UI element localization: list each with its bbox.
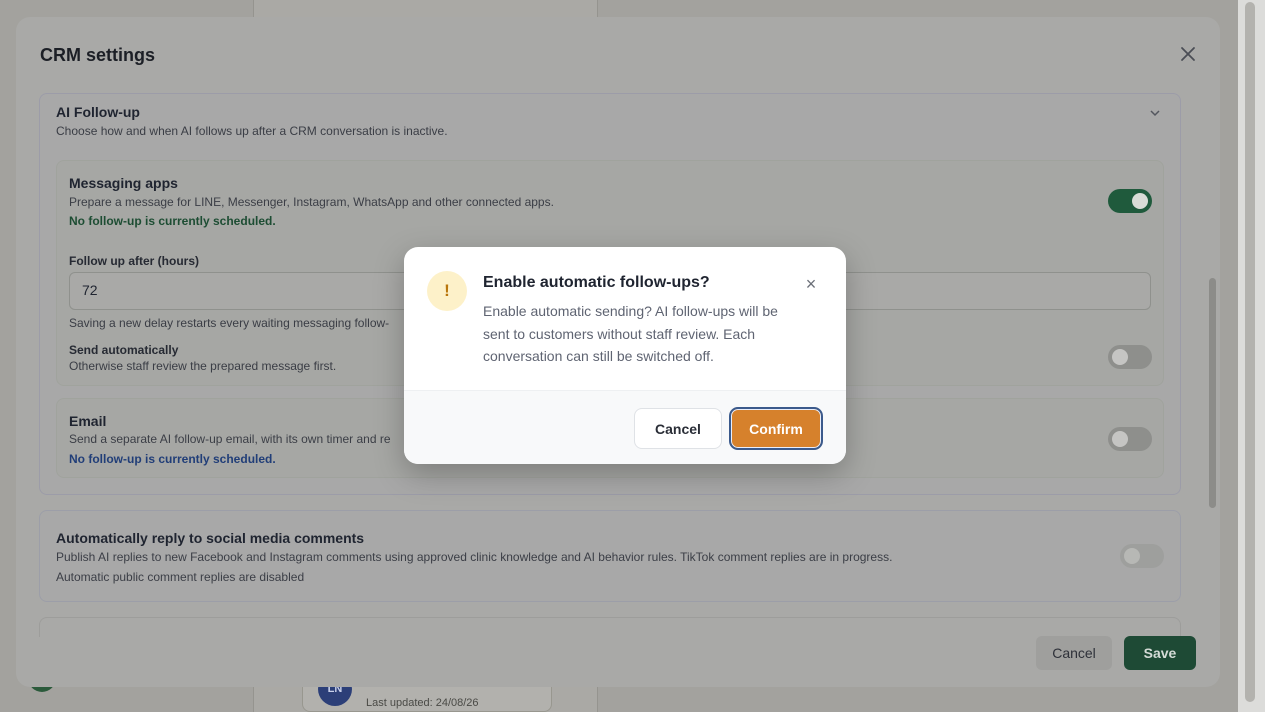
modal-scrollbar-thumb[interactable] [1209,278,1216,508]
toggle-knob [1112,431,1128,447]
close-icon[interactable]: × [802,275,820,293]
last-updated-text: Last updated: 24/08/26 [366,697,479,709]
confirm-dialog: ! Enable automatic follow-ups? × Enable … [404,247,846,464]
follow-up-delay-label: Follow up after (hours) [69,254,199,268]
follow-up-delay-hint: Saving a new delay restarts every waitin… [69,316,390,330]
toggle-knob [1124,548,1140,564]
cancel-button[interactable]: Cancel [1036,636,1112,670]
dialog-body: Enable automatic sending? AI follow-ups … [483,303,778,364]
chevron-down-icon[interactable] [1148,106,1162,120]
social-comments-status: Automatic public comment replies are dis… [56,570,305,584]
social-comments-toggle[interactable] [1120,544,1164,568]
email-title: Email [69,413,107,429]
chevron-down-glyph [1150,110,1160,117]
social-comments-title: Automatically reply to social media comm… [56,530,365,546]
messaging-apps-description: Prepare a message for LINE, Messenger, I… [69,195,554,209]
social-comments-section: Automatically reply to social media comm… [39,510,1181,602]
messaging-apps-toggle[interactable] [1108,189,1152,213]
next-section-edge [39,617,1181,637]
close-icon-glyph [1181,47,1195,61]
toggle-knob [1132,193,1148,209]
warning-icon: ! [427,271,467,311]
email-description: Send a separate AI follow-up email, with… [69,432,391,446]
toggle-knob [1112,349,1128,365]
modal-title: CRM settings [40,45,156,65]
save-button[interactable]: Save [1124,636,1196,670]
social-comments-description: Publish AI replies to new Facebook and I… [56,550,893,564]
dialog-confirm-button[interactable]: Confirm [729,407,823,450]
send-automatically-toggle[interactable] [1108,345,1152,369]
dialog-title: Enable automatic follow-ups? [483,274,710,291]
dialog-footer: Cancel Confirm [404,390,846,464]
section-title: AI Follow-up [56,104,140,120]
messaging-apps-title: Messaging apps [69,175,178,191]
modal-scrollbar[interactable] [1206,93,1218,623]
section-description: Choose how and when AI follows up after … [56,124,448,138]
email-status: No follow-up is currently scheduled. [69,452,276,466]
email-toggle[interactable] [1108,427,1152,451]
page-scrollbar-thumb[interactable] [1245,2,1255,702]
page-scrollbar[interactable] [1238,0,1265,712]
send-automatically-label: Send automatically [69,343,179,357]
close-icon[interactable] [1176,44,1200,68]
messaging-status: No follow-up is currently scheduled. [69,214,276,228]
send-automatically-description: Otherwise staff review the prepared mess… [69,359,337,373]
dialog-cancel-button[interactable]: Cancel [634,408,722,449]
